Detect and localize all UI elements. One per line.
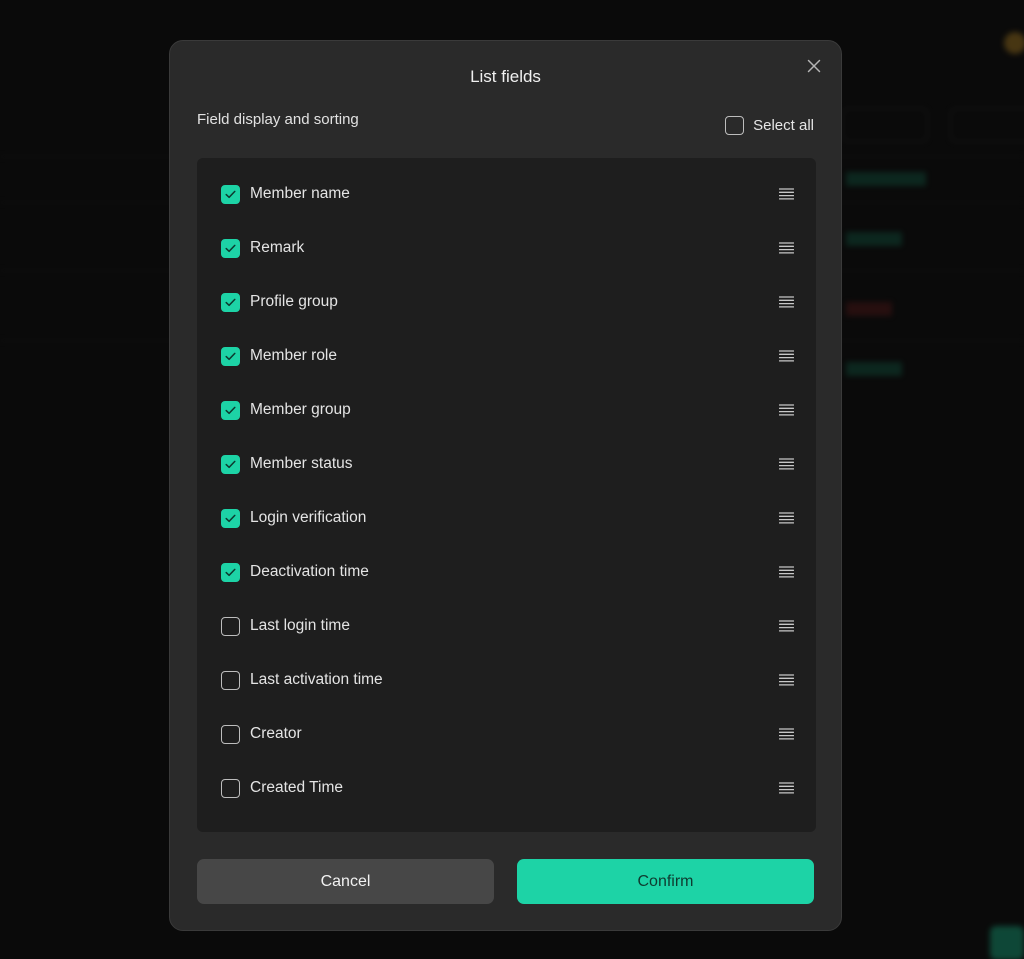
background-badge: [846, 362, 902, 376]
select-all-checkbox[interactable]: [725, 116, 745, 135]
drag-handle-icon[interactable]: [778, 403, 795, 417]
field-checkbox[interactable]: [221, 454, 240, 474]
cancel-button[interactable]: Cancel: [197, 859, 494, 904]
field-row: Member name: [221, 179, 796, 209]
drag-handle-icon[interactable]: [778, 241, 795, 255]
field-label: Member group: [250, 401, 351, 418]
field-checkbox[interactable]: [221, 400, 240, 420]
field-row: Login verification: [221, 503, 796, 533]
background-button: [990, 926, 1024, 959]
drag-handle-icon[interactable]: [778, 511, 795, 525]
field-label: Member status: [250, 455, 353, 472]
list-fields-dialog: List fields Field display and sorting Se…: [169, 40, 842, 931]
check-icon: [225, 406, 236, 414]
field-checkbox[interactable]: [221, 508, 240, 528]
drag-handle-icon[interactable]: [778, 673, 795, 687]
field-label: Last login time: [250, 617, 350, 634]
field-row: Last activation time: [221, 665, 796, 695]
field-row: Member role: [221, 341, 796, 371]
field-checkbox[interactable]: [221, 616, 240, 636]
field-label: Login verification: [250, 509, 367, 526]
background-header: [846, 172, 926, 186]
field-row: Member status: [221, 449, 796, 479]
background-badge: [846, 232, 902, 246]
drag-handle-icon[interactable]: [778, 727, 795, 741]
drag-handle-icon[interactable]: [778, 349, 795, 363]
select-all-label: Select all: [753, 117, 814, 134]
check-icon: [225, 352, 236, 360]
field-row: Deactivation time: [221, 557, 796, 587]
drag-handle-icon[interactable]: [778, 457, 795, 471]
field-label: Creator: [250, 725, 302, 742]
drag-handle-icon[interactable]: [778, 781, 795, 795]
background-filter: [842, 108, 928, 142]
field-label: Member name: [250, 185, 350, 202]
dialog-title: List fields: [470, 67, 541, 86]
avatar: [1004, 32, 1024, 54]
field-label: Last activation time: [250, 671, 383, 688]
field-row: Profile group: [221, 287, 796, 317]
background-filter: [950, 108, 1024, 142]
confirm-button[interactable]: Confirm: [517, 859, 814, 904]
drag-handle-icon[interactable]: [778, 619, 795, 633]
check-icon: [225, 298, 236, 306]
field-label: Member role: [250, 347, 337, 364]
field-label: Created Time: [250, 779, 344, 796]
field-checkbox[interactable]: [221, 724, 240, 744]
background-badge: [846, 302, 892, 316]
field-checkbox[interactable]: [221, 346, 240, 366]
field-label: Profile group: [250, 293, 338, 310]
field-checkbox[interactable]: [221, 562, 240, 582]
drag-handle-icon[interactable]: [778, 295, 795, 309]
drag-handle-icon[interactable]: [778, 187, 795, 201]
field-row: Member group: [221, 395, 796, 425]
check-icon: [225, 190, 236, 198]
drag-handle-icon[interactable]: [778, 565, 795, 579]
close-icon: [807, 59, 821, 73]
field-row: Created Time: [221, 773, 796, 803]
check-icon: [225, 460, 236, 468]
field-checkbox[interactable]: [221, 292, 240, 312]
close-button[interactable]: [805, 57, 823, 75]
select-all-toggle[interactable]: Select all: [725, 116, 814, 135]
section-label: Field display and sorting: [197, 111, 359, 128]
field-row: Last login time: [221, 611, 796, 641]
check-icon: [225, 514, 236, 522]
field-checkbox[interactable]: [221, 184, 240, 204]
check-icon: [225, 568, 236, 576]
field-checkbox[interactable]: [221, 670, 240, 690]
page-backdrop: List fields Field display and sorting Se…: [0, 0, 1024, 959]
field-label: Remark: [250, 239, 305, 256]
field-row: Creator: [221, 719, 796, 749]
field-list: Member name Remark Profile group Member rol…: [197, 158, 816, 832]
field-row: Remark: [221, 233, 796, 263]
field-checkbox[interactable]: [221, 238, 240, 258]
field-label: Deactivation time: [250, 563, 369, 580]
check-icon: [225, 244, 236, 252]
field-checkbox[interactable]: [221, 778, 240, 798]
